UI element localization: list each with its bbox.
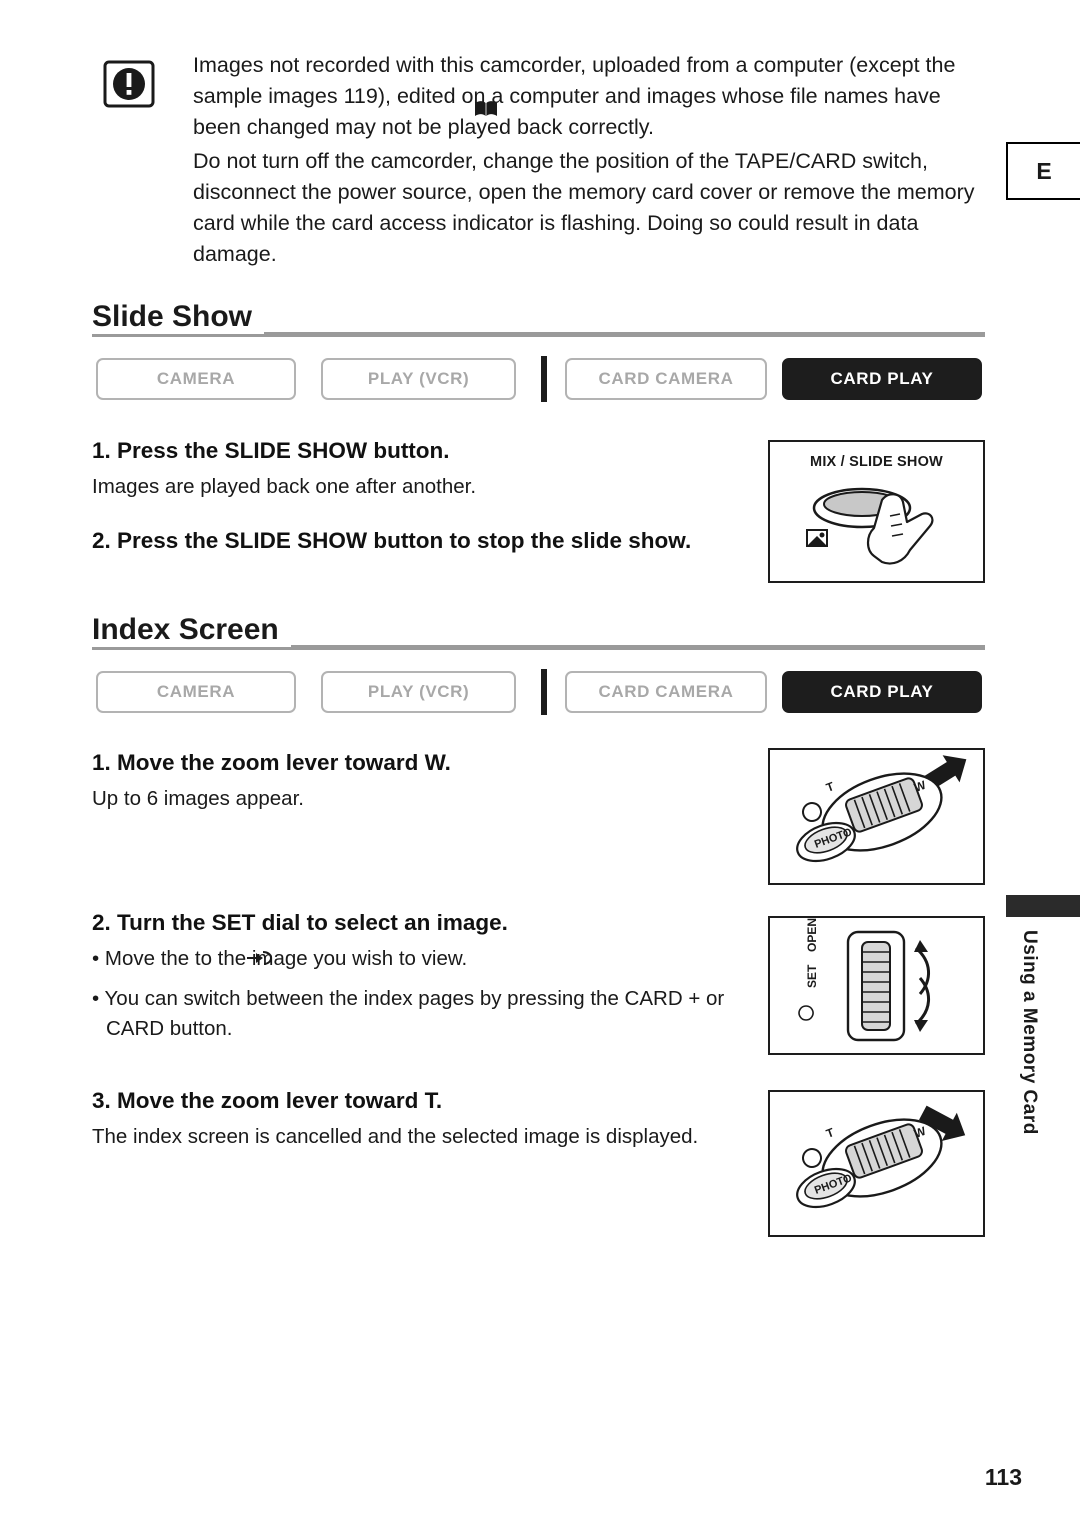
mode-button-card-camera[interactable]: CARD CAMERA: [565, 671, 767, 713]
mode-button-camera[interactable]: CAMERA: [96, 358, 297, 400]
warning-paragraph-1-text: Images not recorded with this camcorder,…: [193, 53, 956, 139]
mode-separator: [541, 356, 547, 402]
svg-text:OPEN: OPEN: [805, 918, 819, 952]
warning-exclamation-icon: [103, 60, 155, 108]
side-section-label: Using a Memory Card: [1019, 930, 1040, 1135]
step-slide-show-1: 1. Press the SLIDE SHOW button. Images a…: [92, 438, 752, 502]
warning-paragraph-2-text: Do not turn off the camcorder, change th…: [193, 149, 975, 266]
mode-button-label: PLAY (VCR): [367, 369, 470, 388]
mode-button-label: CARD CAMERA: [598, 369, 734, 388]
warning-paragraph-1: Images not recorded with this camcorder,…: [193, 50, 985, 143]
step-index-1: 1. Move the zoom lever toward W. Up to 6…: [92, 750, 752, 814]
slide-show-button-illustration: MIX / SLIDE SHOW: [768, 440, 985, 583]
step-title: 1. Move the zoom lever toward W.: [92, 750, 451, 775]
mode-bar-slide-show: CAMERA PLAY (VCR) CARD CAMERA CARD PLAY: [96, 356, 982, 402]
section-title: Index Screen: [92, 613, 291, 647]
mode-button-label: CARD PLAY: [830, 682, 934, 701]
warning-paragraph-2: Do not turn off the camcorder, change th…: [193, 146, 985, 270]
mode-button-label: PLAY (VCR): [367, 682, 470, 701]
book-reference-icon: [474, 100, 498, 123]
step-body-line: Up to 6 images appear.: [92, 787, 304, 810]
svg-text:T: T: [824, 779, 836, 795]
step-slide-show-2: 2. Press the SLIDE SHOW button to stop t…: [92, 528, 792, 554]
section-title: Slide Show: [92, 300, 265, 334]
set-dial-illustration: OPEN SET: [768, 916, 985, 1055]
illustration-caption: MIX / SLIDE SHOW: [810, 454, 943, 470]
edge-tab-label: E: [1036, 157, 1052, 184]
step-body-line: Images are played back one after another…: [92, 475, 477, 498]
side-tab-bar: [1006, 895, 1080, 917]
step-title: 1. Press the SLIDE SHOW button.: [92, 438, 450, 463]
step-body: Up to 6 images appear.: [92, 784, 752, 814]
pointing-hand-icon: [246, 948, 273, 973]
step-body: Images are played back one after another…: [92, 472, 752, 502]
page-number: 113: [984, 1464, 1022, 1490]
step-body-line: The index screen is cancelled and the se…: [92, 1125, 699, 1148]
step-body-line: • Move the to the image you wish to view…: [92, 947, 468, 970]
zoom-lever-wide-illustration: PHOTO W T: [768, 748, 985, 885]
mode-button-camera[interactable]: CAMERA: [96, 671, 297, 713]
mode-button-card-play[interactable]: CARD PLAY: [781, 671, 982, 713]
section-heading-index-screen: Index Screen: [92, 613, 985, 655]
step-index-2: 2. Turn the SET dial to select an image.…: [92, 910, 772, 1044]
edge-tab: E: [1006, 142, 1080, 200]
svg-text:T: T: [824, 1125, 836, 1141]
svg-text:SET: SET: [805, 964, 819, 988]
step-body: The index screen is cancelled and the se…: [92, 1122, 792, 1152]
mode-button-play-vcr[interactable]: PLAY (VCR): [321, 358, 517, 400]
step-title: 2. Press the SLIDE SHOW button to stop t…: [92, 528, 692, 553]
step-index-3: 3. Move the zoom lever toward T. The ind…: [92, 1088, 792, 1152]
mode-button-label: CARD PLAY: [830, 369, 934, 388]
mode-button-card-camera[interactable]: CARD CAMERA: [565, 358, 767, 400]
step-body: • Move the to the image you wish to view…: [92, 944, 772, 1044]
step-title: 2. Turn the SET dial to select an image.: [92, 910, 508, 935]
mode-separator: [541, 669, 547, 715]
mode-button-play-vcr[interactable]: PLAY (VCR): [321, 671, 517, 713]
mode-button-label: CAMERA: [156, 682, 236, 701]
step-body-line: • You can switch between the index pages…: [92, 987, 725, 1040]
step-title: 3. Move the zoom lever toward T.: [92, 1088, 443, 1113]
zoom-lever-tele-illustration: PHOTO W T: [768, 1090, 985, 1237]
mode-button-label: CARD CAMERA: [598, 682, 734, 701]
mode-button-label: CAMERA: [156, 369, 236, 388]
warning-block: Images not recorded with this camcorder,…: [95, 50, 985, 270]
mode-bar-index-screen: CAMERA PLAY (VCR) CARD CAMERA CARD PLAY: [96, 669, 982, 715]
mode-button-card-play[interactable]: CARD PLAY: [781, 358, 982, 400]
section-heading-slide-show: Slide Show: [92, 300, 985, 342]
